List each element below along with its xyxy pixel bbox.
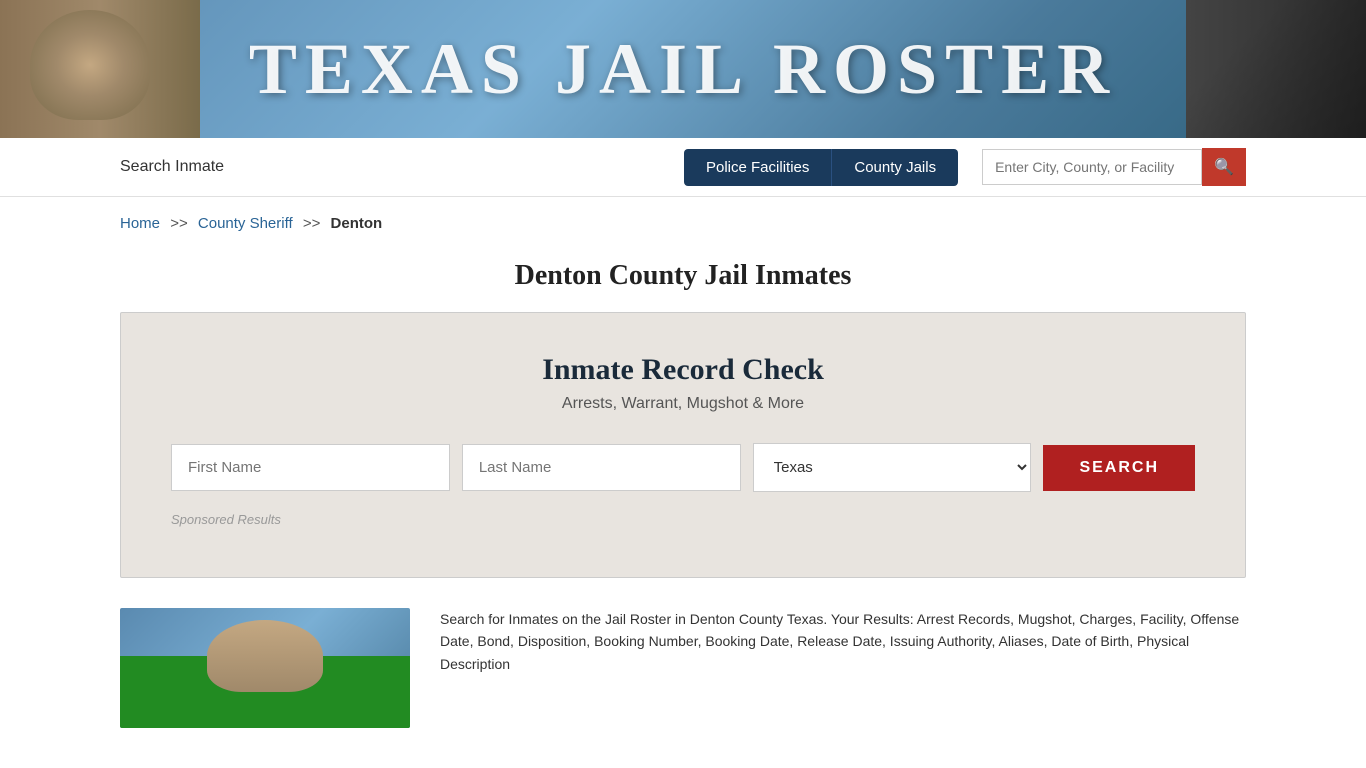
nav-buttons: Police Facilities County Jails: [684, 149, 958, 186]
sponsored-label: Sponsored Results: [171, 512, 1195, 527]
denton-image: [120, 608, 410, 728]
navbar: Search Inmate Police Facilities County J…: [0, 138, 1366, 197]
police-facilities-button[interactable]: Police Facilities: [684, 149, 831, 186]
nav-search-box: 🔍: [982, 148, 1246, 186]
last-name-input[interactable]: [462, 444, 741, 491]
search-button[interactable]: SEARCH: [1043, 445, 1195, 491]
page-title: Denton County Jail Inmates: [0, 260, 1366, 292]
breadcrumb-home[interactable]: Home: [120, 215, 160, 232]
breadcrumb: Home >> County Sheriff >> Denton: [0, 197, 1366, 250]
nav-search-input[interactable]: [982, 149, 1202, 185]
banner-left-decoration: [0, 0, 200, 138]
bottom-section: Search for Inmates on the Jail Roster in…: [120, 608, 1246, 748]
nav-search-button[interactable]: 🔍: [1202, 148, 1246, 186]
first-name-input[interactable]: [171, 444, 450, 491]
breadcrumb-current: Denton: [331, 215, 383, 232]
search-panel: Inmate Record Check Arrests, Warrant, Mu…: [120, 312, 1246, 578]
search-panel-subtitle: Arrests, Warrant, Mugshot & More: [171, 395, 1195, 413]
search-panel-title: Inmate Record Check: [171, 353, 1195, 387]
county-jails-button[interactable]: County Jails: [831, 149, 958, 186]
site-title: Texas Jail Roster: [249, 28, 1117, 111]
breadcrumb-county-sheriff[interactable]: County Sheriff: [198, 215, 293, 232]
site-banner: Texas Jail Roster: [0, 0, 1366, 138]
page-title-section: Denton County Jail Inmates: [0, 250, 1366, 312]
search-icon: 🔍: [1214, 157, 1234, 177]
search-fields-row: AlabamaAlaskaArizonaArkansasCaliforniaCo…: [171, 443, 1195, 492]
bottom-description: Search for Inmates on the Jail Roster in…: [440, 608, 1246, 728]
breadcrumb-sep1: >>: [170, 215, 188, 232]
state-select[interactable]: AlabamaAlaskaArizonaArkansasCaliforniaCo…: [753, 443, 1032, 492]
banner-right-decoration: [1186, 0, 1366, 138]
breadcrumb-sep2: >>: [303, 215, 321, 232]
search-inmate-label: Search Inmate: [120, 158, 224, 176]
